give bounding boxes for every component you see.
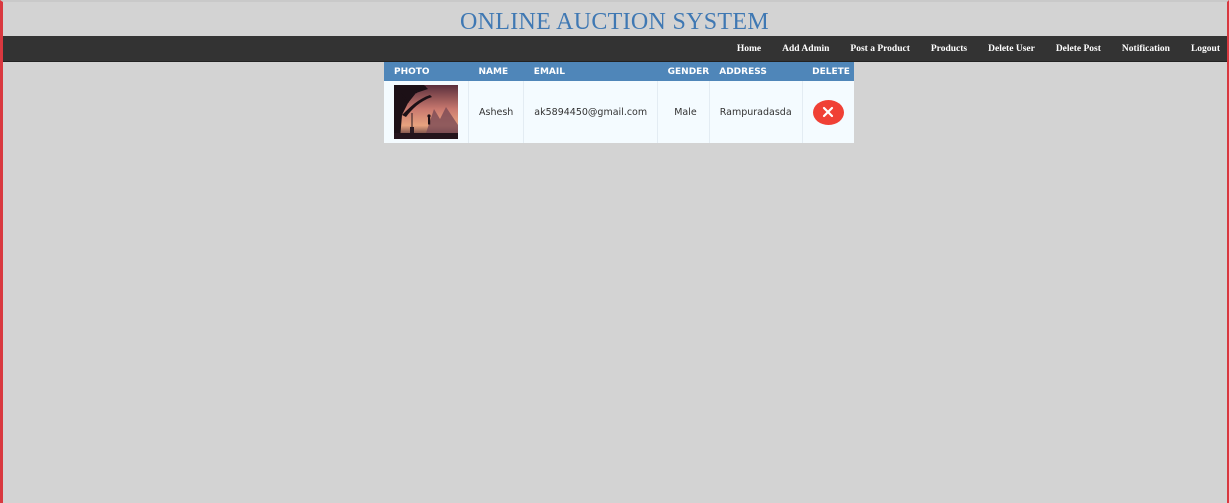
navbar: Home Add Admin Post a Product Products D… — [3, 36, 1227, 62]
table-header-row: PHOTO NAME EMAIL GENDER ADDRESS DELETE — [384, 62, 854, 81]
table-header: PHOTO NAME EMAIL GENDER ADDRESS DELETE — [384, 62, 854, 81]
photo-cell — [384, 81, 469, 143]
table-body: Ashesh ak5894450@gmail.com Male Rampurad… — [384, 81, 854, 143]
nav-item-logout[interactable]: Logout — [1191, 44, 1220, 54]
close-icon — [823, 106, 834, 118]
nav-item-delete-user[interactable]: Delete User — [988, 44, 1035, 54]
user-photo — [394, 85, 458, 139]
user-gender: Male — [657, 81, 710, 143]
nav-item-products[interactable]: Products — [931, 44, 967, 54]
nav-item-post-product[interactable]: Post a Product — [850, 44, 909, 54]
user-email: ak5894450@gmail.com — [523, 81, 659, 143]
column-header-delete: DELETE — [812, 66, 850, 77]
table-row: Ashesh ak5894450@gmail.com Male Rampurad… — [384, 81, 854, 143]
user-name: Ashesh — [468, 81, 525, 143]
delete-user-button[interactable] — [812, 99, 844, 125]
nav-list: Home Add Admin Post a Product Products D… — [716, 36, 1220, 62]
nav-item-delete-post[interactable]: Delete Post — [1056, 44, 1101, 54]
column-header-address: ADDRESS — [719, 66, 767, 77]
nav-item-home[interactable]: Home — [737, 44, 761, 54]
column-header-photo: PHOTO — [394, 66, 430, 77]
user-address: Rampuradasda — [709, 81, 803, 143]
column-header-name: NAME — [478, 66, 509, 77]
column-header-email: EMAIL — [533, 66, 565, 77]
nav-item-notification[interactable]: Notification — [1122, 44, 1170, 54]
column-header-gender: GENDER — [667, 66, 710, 77]
users-table: PHOTO NAME EMAIL GENDER ADDRESS DELETE A… — [384, 62, 854, 143]
delete-cell — [802, 81, 854, 143]
site-title: ONLINE AUCTION SYSTEM — [460, 9, 769, 35]
nav-item-add-admin[interactable]: Add Admin — [782, 44, 829, 54]
